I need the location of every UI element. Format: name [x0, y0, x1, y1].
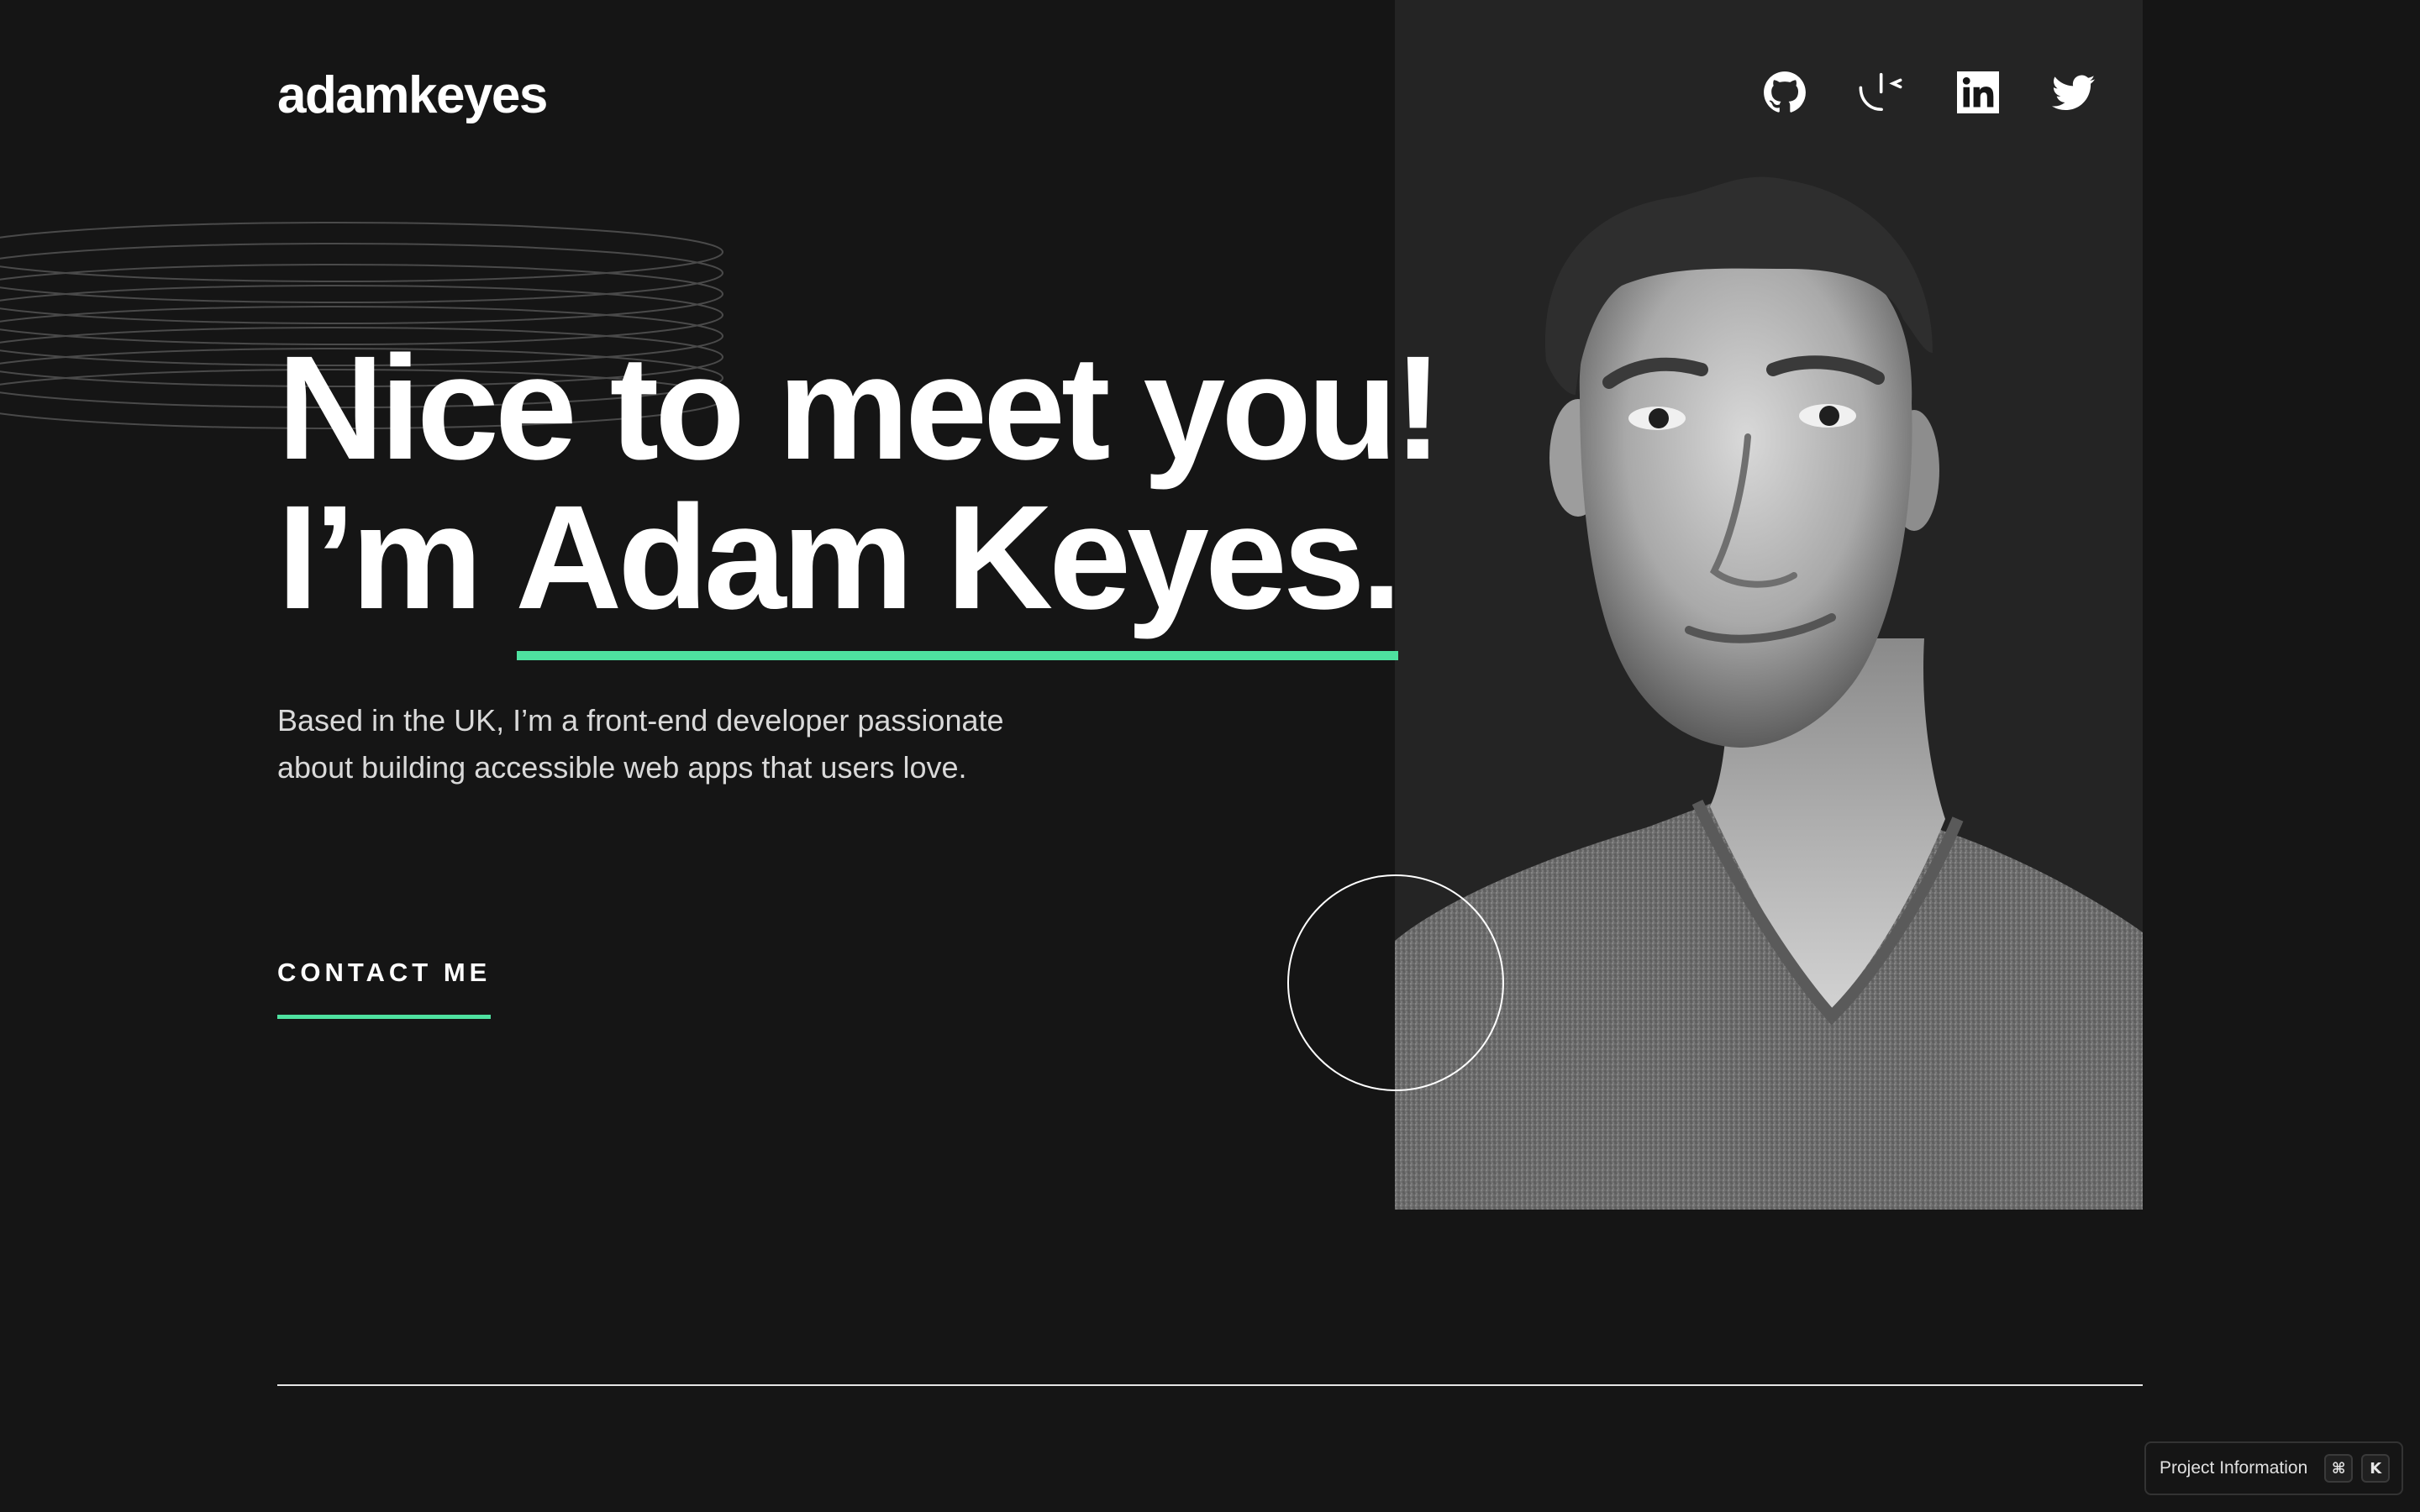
portrait-photo: [1395, 0, 2143, 1210]
hero-name: Adam Keyes.: [515, 475, 1402, 660]
intro-text: Based in the UK, I’m a front-end develop…: [277, 703, 1004, 785]
section-divider: [277, 1384, 2143, 1386]
circle-decoration: [1287, 874, 1504, 1091]
contact-me-link[interactable]: CONTACT ME: [277, 954, 492, 1019]
linkedin-icon[interactable]: [1954, 69, 2002, 116]
github-icon[interactable]: [1761, 69, 1808, 116]
hero-heading-prefix: I’m: [277, 475, 516, 640]
hero-heading-line-2: I’m Adam Keyes.: [277, 475, 1402, 660]
command-key-icon: ⌘: [2324, 1454, 2354, 1483]
frontend-mentor-icon[interactable]: [1857, 69, 1904, 116]
project-info-label: Project Information: [2160, 1458, 2308, 1478]
site-logo[interactable]: adamkeyes: [277, 60, 548, 131]
project-info-button[interactable]: Project Information ⌘ K: [2144, 1441, 2403, 1495]
twitter-icon[interactable]: [2050, 69, 2097, 116]
portrait-illustration: [1395, 176, 2143, 1210]
page: adamkeyes Nice to meet you! I’m Adam Key…: [0, 0, 2420, 1512]
hero-heading-line-1: Nice to meet you!: [277, 326, 1443, 491]
k-key: K: [2361, 1454, 2391, 1483]
